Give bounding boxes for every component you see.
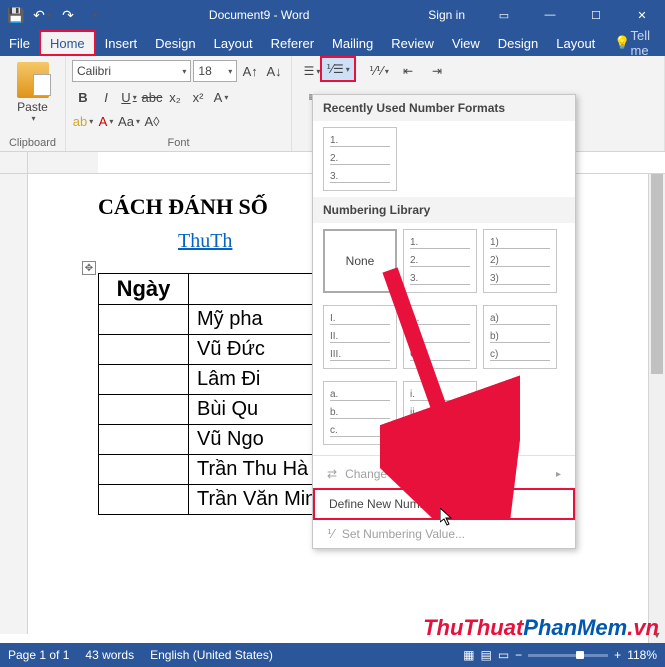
library-label: Numbering Library (313, 197, 575, 223)
share-button[interactable]: 👤 Share (660, 30, 665, 56)
tab-home[interactable]: Home (39, 30, 96, 56)
numbering-none[interactable]: None (323, 229, 397, 293)
tab-layout[interactable]: Layout (205, 30, 262, 56)
text-effects-icon[interactable]: A▾ (210, 86, 232, 108)
tab-references[interactable]: Referer (262, 30, 323, 56)
ribbon-display-icon[interactable]: ▭ (481, 0, 527, 30)
web-layout-icon[interactable]: ▭ (498, 648, 509, 662)
read-mode-icon[interactable]: ▦ (463, 648, 474, 662)
statusbar: Page 1 of 1 43 words English (United Sta… (0, 643, 665, 667)
tab-review[interactable]: Review (382, 30, 443, 56)
tab-insert[interactable]: Insert (96, 30, 147, 56)
tab-design2[interactable]: Design (489, 30, 547, 56)
multilevel-button[interactable]: ⅟⅟▾ (365, 60, 393, 82)
zoom-out-icon[interactable]: − (515, 648, 522, 662)
scroll-thumb[interactable] (651, 174, 663, 374)
tab-design[interactable]: Design (146, 30, 204, 56)
save-icon[interactable]: 💾 (4, 3, 28, 27)
table-header[interactable]: Ngày (99, 274, 189, 305)
window-title: Document9 - Word (106, 8, 412, 22)
numbering-option[interactable]: A.B.C. (403, 305, 477, 369)
increase-indent-button[interactable]: ⇥ (423, 60, 451, 82)
minimize-icon[interactable]: — (527, 0, 573, 30)
group-font: Calibri▾ 18▾ A↑ A↓ B I U▾ abc x₂ x² A▾ a… (66, 56, 292, 151)
tell-me-label: Tell me (631, 28, 651, 58)
font-group-label: Font (66, 137, 291, 149)
paste-button[interactable]: Paste ▾ (6, 60, 59, 123)
change-list-level: ⇄ Change List Level▸ (313, 460, 575, 488)
redo-icon[interactable]: ↷ (56, 3, 80, 27)
grow-font-icon[interactable]: A↑ (239, 60, 261, 82)
font-name-combo[interactable]: Calibri▾ (72, 60, 191, 82)
bold-button[interactable]: B (72, 86, 94, 108)
numbering-option[interactable]: 1. 2. 3. (323, 127, 397, 191)
tell-me[interactable]: 💡 Tell me (604, 30, 660, 56)
close-icon[interactable]: ✕ (619, 0, 665, 30)
language-indicator[interactable]: English (United States) (150, 648, 273, 662)
tab-view[interactable]: View (443, 30, 489, 56)
font-size-combo[interactable]: 18▾ (193, 60, 237, 82)
titlebar: 💾 ↶▾ ↷ ▾ Document9 - Word Sign in ▭ — ☐ … (0, 0, 665, 30)
maximize-icon[interactable]: ☐ (573, 0, 619, 30)
numbering-option[interactable]: 1.2.3. (403, 229, 477, 293)
ribbon-tabs: File Home Insert Design Layout Referer M… (0, 30, 665, 56)
zoom-in-icon[interactable]: + (614, 648, 621, 662)
italic-button[interactable]: I (95, 86, 117, 108)
group-clipboard: Paste ▾ Clipboard (0, 56, 66, 151)
decrease-indent-button[interactable]: ⇤ (394, 60, 422, 82)
font-color-icon[interactable]: A▾ (95, 110, 117, 132)
print-layout-icon[interactable]: ▤ (480, 648, 491, 662)
numbering-option[interactable]: a)b)c) (483, 305, 557, 369)
undo-icon[interactable]: ↶▾ (30, 3, 54, 27)
word-count[interactable]: 43 words (85, 648, 134, 662)
page-indicator[interactable]: Page 1 of 1 (8, 648, 69, 662)
table-move-handle-icon[interactable]: ✥ (82, 261, 96, 275)
superscript-button[interactable]: x² (187, 86, 209, 108)
underline-button[interactable]: U▾ (118, 86, 140, 108)
tab-file[interactable]: File (0, 30, 39, 56)
vertical-scrollbar[interactable]: ▲ ▼ (648, 174, 665, 643)
numbering-option[interactable]: I.II.III. (323, 305, 397, 369)
numbering-option[interactable]: a.b.c. (323, 381, 397, 445)
tab-layout2[interactable]: Layout (547, 30, 604, 56)
zoom-slider[interactable] (528, 654, 608, 657)
watermark: ThuThuatPhanMem.vn (423, 615, 659, 641)
signin-link[interactable]: Sign in (412, 8, 481, 22)
subscript-button[interactable]: x₂ (164, 86, 186, 108)
recent-formats-label: Recently Used Number Formats (313, 95, 575, 121)
paste-label: Paste (17, 100, 48, 114)
clipboard-label: Clipboard (0, 137, 65, 149)
strike-button[interactable]: abc (141, 86, 163, 108)
cursor-icon (440, 508, 456, 528)
clear-formatting-icon[interactable]: A◊ (141, 110, 163, 132)
highlight-icon[interactable]: ab▾ (72, 110, 94, 132)
numbering-option[interactable]: 1)2)3) (483, 229, 557, 293)
numbering-option[interactable]: i.ii.iii. (403, 381, 477, 445)
change-case-icon[interactable]: Aa▾ (118, 110, 140, 132)
qa-dropdown-icon[interactable]: ▾ (82, 3, 106, 27)
zoom-level[interactable]: 118% (627, 648, 657, 662)
paste-icon (17, 62, 49, 98)
tab-mailings[interactable]: Mailing (323, 30, 382, 56)
numbering-dropdown: Recently Used Number Formats 1. 2. 3. Nu… (312, 94, 576, 549)
shrink-font-icon[interactable]: A↓ (263, 60, 285, 82)
numbering-button[interactable]: ⅟☰▾ (320, 56, 356, 82)
